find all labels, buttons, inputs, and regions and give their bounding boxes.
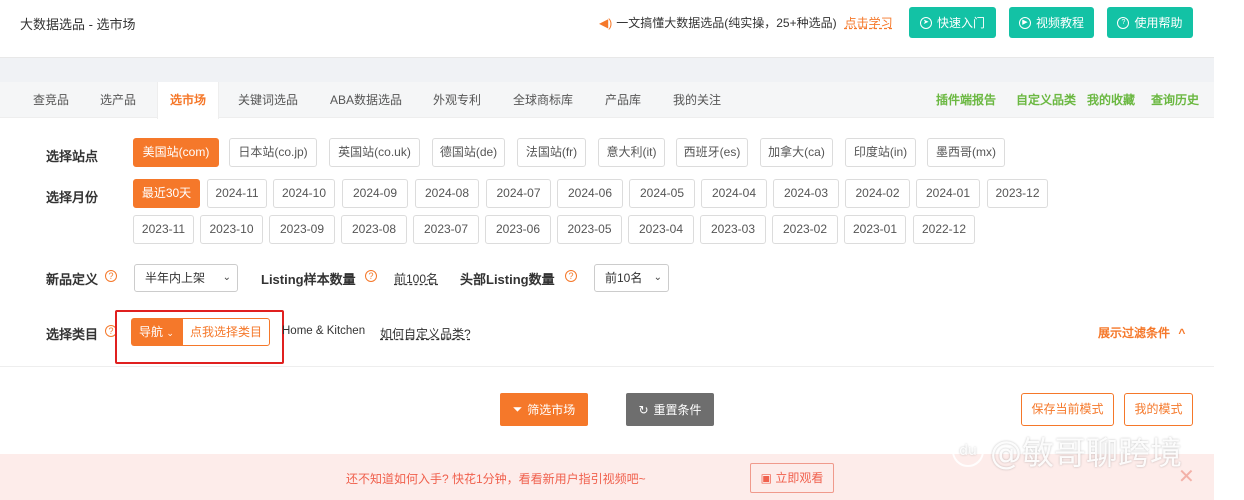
month-chip[interactable]: 2024-05 xyxy=(629,179,695,208)
month-chip[interactable]: 2023-09 xyxy=(269,215,335,244)
promo-link[interactable]: 点击学习 xyxy=(845,14,893,31)
du-logo-icon: du xyxy=(952,435,984,467)
divider xyxy=(0,366,1214,367)
listing-sample-value[interactable]: 前100名 xyxy=(394,270,438,287)
tab-product[interactable]: 选产品 xyxy=(90,82,146,118)
new-def-select[interactable]: 半年内上架 ⌄ xyxy=(134,264,238,292)
chevron-down-icon: ⌄ xyxy=(222,272,231,283)
site-chip-us[interactable]: 美国站(com) xyxy=(133,138,219,167)
month-chip[interactable]: 2024-03 xyxy=(773,179,839,208)
month-chip[interactable]: 2023-07 xyxy=(413,215,479,244)
promo: ◀︎) 一文搞懂大数据选品(纯实操，25+种选品) 点击学习 xyxy=(599,14,893,31)
month-chip[interactable]: 2024-02 xyxy=(845,179,910,208)
banner-text: 还不知道如何入手? 快花1分钟，看看新用户指引视频吧~ xyxy=(346,472,646,486)
help-button[interactable]: ? 使用帮助 xyxy=(1107,7,1193,38)
promo-text: 一文搞懂大数据选品(纯实操，25+种选品) xyxy=(616,16,837,30)
play-icon: ▶ xyxy=(1018,16,1031,29)
tab-trademark[interactable]: 全球商标库 xyxy=(503,82,583,118)
chevron-up-icon: ^ xyxy=(1178,326,1186,340)
query-history-link[interactable]: 查询历史 xyxy=(1151,82,1199,118)
quick-start-button[interactable]: ➤ 快速入门 xyxy=(909,7,996,38)
month-chip[interactable]: 2023-10 xyxy=(200,215,263,244)
filter-icon: ⏷ xyxy=(512,402,523,416)
custom-category-help-link[interactable]: 如何自定义品类? xyxy=(380,325,471,342)
plugin-report-link[interactable]: 插件端报告 xyxy=(936,82,996,118)
video-tutorial-button[interactable]: ▶ 视频教程 xyxy=(1009,7,1094,38)
new-def-label: 新品定义 xyxy=(46,272,99,287)
site-chip-jp[interactable]: 日本站(co.jp) xyxy=(229,138,317,167)
month-chip[interactable]: 2022-12 xyxy=(913,215,975,244)
site-label: 选择站点 xyxy=(46,149,99,164)
tab-market[interactable]: 选市场 xyxy=(157,82,219,119)
question-icon[interactable]: ? xyxy=(365,270,377,282)
category-label: 选择类目 xyxy=(46,327,99,342)
month-chip[interactable]: 2024-10 xyxy=(273,179,335,208)
save-mode-button[interactable]: 保存当前模式 xyxy=(1021,393,1114,426)
top-listing-select[interactable]: 前10名 ⌄ xyxy=(594,264,669,292)
my-mode-button[interactable]: 我的模式 xyxy=(1124,393,1193,426)
my-favorites-link[interactable]: 我的收藏 xyxy=(1087,82,1135,118)
month-chip[interactable]: 2023-08 xyxy=(341,215,407,244)
tab-product-library[interactable]: 产品库 xyxy=(595,82,651,118)
month-chip[interactable]: 2024-01 xyxy=(916,179,980,208)
site-chip-in[interactable]: 印度站(in) xyxy=(845,138,916,167)
site-chip-it[interactable]: 意大利(it) xyxy=(598,138,665,167)
video-icon: ▣ xyxy=(760,471,772,485)
current-category: Home & Kitchen xyxy=(282,325,366,337)
month-label: 选择月份 xyxy=(46,190,99,205)
send-icon: ➤ xyxy=(919,16,932,29)
month-chip[interactable]: 2024-07 xyxy=(486,179,551,208)
refresh-icon: ↻ xyxy=(638,402,649,417)
month-chip[interactable]: 2023-01 xyxy=(844,215,906,244)
tab-my-follow[interactable]: 我的关注 xyxy=(663,82,731,118)
month-chip[interactable]: 2023-11 xyxy=(133,215,194,244)
month-chip[interactable]: 2024-09 xyxy=(342,179,408,208)
site-chip-de[interactable]: 德国站(de) xyxy=(432,138,505,167)
right-gutter xyxy=(1214,0,1244,500)
filter-market-button[interactable]: ⏷ 筛选市场 xyxy=(500,393,588,426)
month-chip[interactable]: 2024-11 xyxy=(207,179,267,208)
month-chip[interactable]: 2023-02 xyxy=(772,215,838,244)
site-chip-es[interactable]: 西班牙(es) xyxy=(676,138,748,167)
show-filter-toggle[interactable]: 展示过滤条件 ^ xyxy=(1098,324,1185,341)
question-icon[interactable]: ? xyxy=(105,270,117,282)
watch-now-button[interactable]: ▣ 立即观看 xyxy=(750,463,834,493)
watermark: du @敏哥聊跨境 xyxy=(952,428,1182,474)
month-chip[interactable]: 2023-06 xyxy=(485,215,551,244)
reset-button[interactable]: ↻ 重置条件 xyxy=(626,393,714,426)
site-chip-ca[interactable]: 加拿大(ca) xyxy=(760,138,833,167)
tab-design-patent[interactable]: 外观专利 xyxy=(423,82,491,118)
tab-competitor[interactable]: 查竞品 xyxy=(23,82,79,118)
speaker-icon: ◀︎) xyxy=(599,15,613,30)
month-chip[interactable]: 最近30天 xyxy=(133,179,200,208)
question-icon: ? xyxy=(1117,16,1130,29)
highlight-box xyxy=(115,310,284,364)
tab-keyword[interactable]: 关键词选品 xyxy=(228,82,308,118)
top-bar: 大数据选品 - 选市场 ◀︎) 一文搞懂大数据选品(纯实操，25+种选品) 点击… xyxy=(0,0,1214,58)
month-chip[interactable]: 2023-05 xyxy=(557,215,622,244)
chevron-down-icon: ⌄ xyxy=(653,272,662,283)
month-chip[interactable]: 2023-04 xyxy=(628,215,694,244)
tab-aba[interactable]: ABA数据选品 xyxy=(320,82,412,118)
month-chip[interactable]: 2024-06 xyxy=(557,179,623,208)
custom-category-link[interactable]: 自定义品类 xyxy=(1016,82,1076,118)
month-chip[interactable]: 2023-12 xyxy=(987,179,1048,208)
tabs-row: 查竞品 选产品 选市场 关键词选品 ABA数据选品 外观专利 全球商标库 产品库… xyxy=(0,82,1214,119)
month-chip[interactable]: 2023-03 xyxy=(700,215,766,244)
site-chip-mx[interactable]: 墨西哥(mx) xyxy=(927,138,1005,167)
page-title: 大数据选品 - 选市场 xyxy=(20,17,136,32)
site-chip-uk[interactable]: 英国站(co.uk) xyxy=(329,138,420,167)
listing-sample-label: Listing样本数量 xyxy=(261,272,356,287)
month-chip[interactable]: 2024-08 xyxy=(415,179,479,208)
top-listing-label: 头部Listing数量 xyxy=(460,272,555,287)
month-chip[interactable]: 2024-04 xyxy=(701,179,767,208)
site-chip-fr[interactable]: 法国站(fr) xyxy=(517,138,586,167)
question-icon[interactable]: ? xyxy=(565,270,577,282)
